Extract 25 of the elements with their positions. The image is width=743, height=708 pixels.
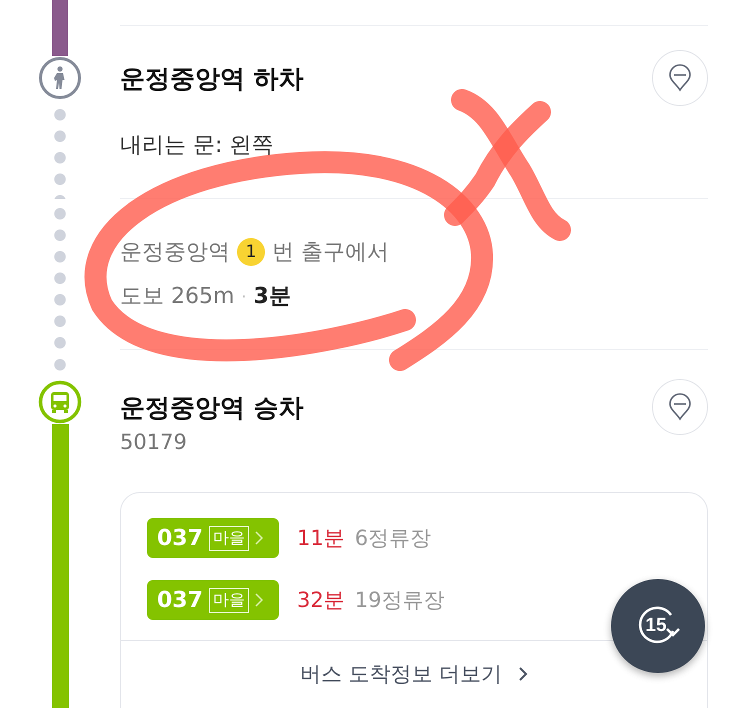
walking-person-icon [38,56,82,100]
arrival-time: 11분 [297,525,345,552]
chevron-right-icon [518,666,528,682]
door-side-text: 내리는 문: 왼쪽 [120,132,274,160]
station-title: 운정중앙역 승차 [120,392,304,424]
station-title: 운정중앙역 하차 [120,62,304,94]
route-type-tag: 마을 [208,526,249,550]
refresh-button[interactable]: 15 [611,579,705,673]
chevron-right-icon [254,531,263,545]
map-pin-icon [668,393,692,421]
map-pin-icon [668,64,692,92]
separator-dot: · [241,286,247,306]
station-name: 운정중앙역 [120,239,230,267]
walk-time: 3분 [254,283,291,311]
route-type-tag: 마을 [208,588,249,612]
exit-number-badge: 1 [237,238,265,266]
arrival-time: 32분 [297,587,345,614]
exit-text: 번 출구에서 [272,239,389,267]
walk-distance: 도보 265m [120,283,234,311]
stops-away: 19정류장 [354,587,444,614]
bus-icon [38,380,82,424]
stops-away: 6정류장 [354,525,432,552]
chevron-right-icon [254,593,263,607]
stop-number: 50179 [120,430,188,454]
more-arrivals-link[interactable]: 버스 도착정보 더보기 [294,659,534,689]
